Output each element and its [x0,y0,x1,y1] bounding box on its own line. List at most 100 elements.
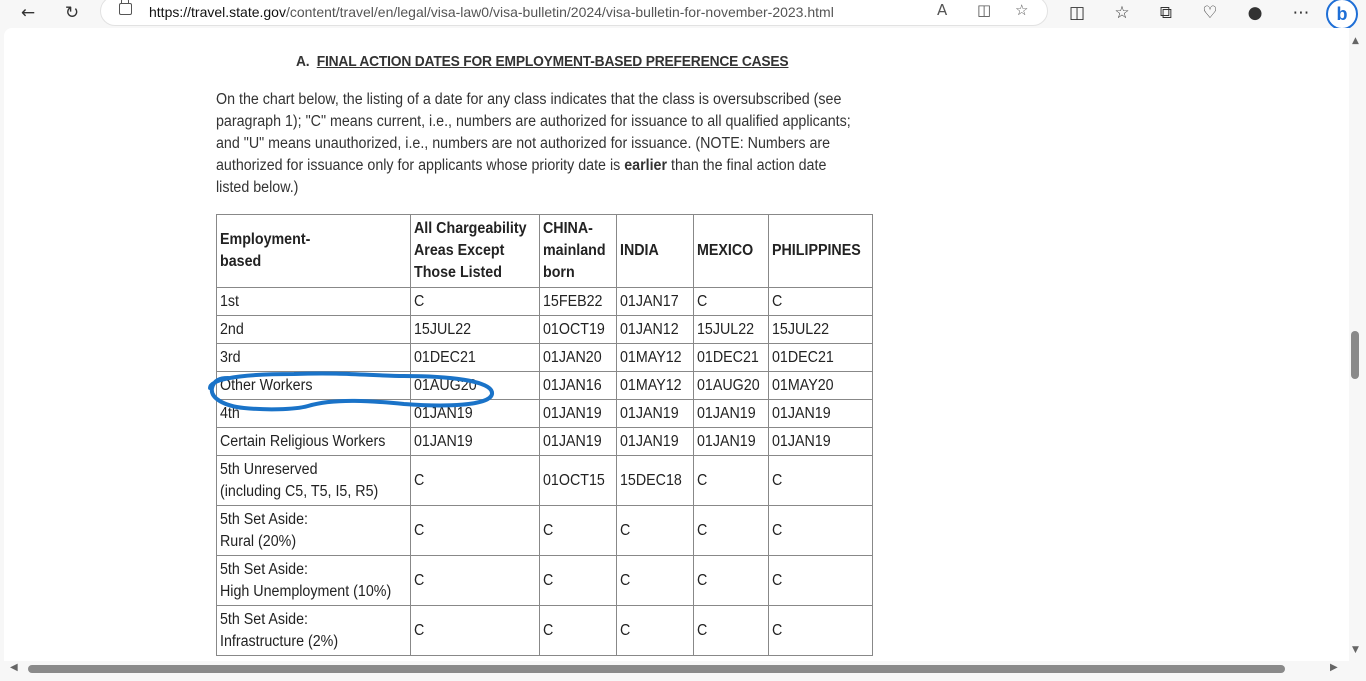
table-row: Certain Religious Workers 01JAN19 01JAN19 0… [216,427,873,456]
date-cell-c2: C [539,505,618,556]
date-cell-c5: C [768,287,873,316]
row-category-cell: Other Workers [216,371,411,400]
date-cell-c5: 01JAN19 [768,399,873,428]
date-cell-c5: C [768,455,873,506]
date-cell-c1: C [409,555,541,606]
favorite-star-icon[interactable]: ☆ [1015,1,1028,19]
row-category-cell: 5th Set Aside: Infrastructure (2%) [216,605,411,656]
date-cell-c1: 01JAN19 [409,399,541,428]
header-all-chargeability: All Chargeability Areas Except Those Liste… [409,214,541,288]
intro-paragraph: On the chart below, the listing of a dat… [216,91,851,196]
row-category-cell: 3rd [216,343,411,372]
date-cell-c2: 15FEB22 [539,287,618,316]
immersive-reader-icon[interactable]: ◫ [977,1,991,19]
table-row: 2nd 15JUL22 01OCT19 01JAN12 15JUL22 15JUL22 [216,315,873,344]
date-cell-c4: C [693,555,770,606]
bing-copilot-icon[interactable]: b [1326,0,1358,30]
refresh-icon[interactable]: ↻ [57,0,87,26]
vertical-scroll-thumb[interactable] [1351,331,1359,379]
date-cell-c5: 15JUL22 [768,315,873,344]
url-text[interactable]: https://travel.state.gov/content/travel/… [149,4,834,20]
split-screen-icon[interactable]: ◫ [1062,0,1092,26]
date-cell-c2: C [539,555,618,606]
header-india: INDIA [616,214,695,288]
table-header-row: Employment-based All Chargeability Areas … [216,214,873,288]
header-employment-based: Employment-based [216,214,411,288]
read-aloud-icon[interactable]: A [937,1,947,19]
table-row: 5th Unreserved (including C5, T5, I5, R5)… [216,455,873,506]
date-cell-c5: 01DEC21 [768,343,873,372]
date-cell-c2: 01JAN16 [539,371,618,400]
horizontal-scroll-thumb[interactable] [28,665,1285,673]
date-cell-c5: C [768,555,873,606]
row-category-cell: 4th [216,399,411,428]
lock-icon[interactable] [119,0,132,15]
date-cell-c3: 01JAN12 [616,315,695,344]
date-cell-c3: 01MAY12 [616,371,695,400]
date-cell-c3: 01JAN19 [616,427,695,456]
header-mexico: MEXICO [693,214,770,288]
date-cell-c2: 01JAN20 [539,343,618,372]
date-cell-c2: 01OCT19 [539,315,618,344]
scroll-left-arrow-icon[interactable]: ◀ [10,662,18,673]
date-cell-c4: 01JAN19 [693,427,770,456]
collections-icon[interactable]: ⧉ [1151,0,1181,26]
date-cell-c4: C [693,455,770,506]
date-cell-c1: 01JAN19 [409,427,541,456]
address-bar[interactable]: https://travel.state.gov/content/travel/… [100,0,1048,26]
date-cell-c1: 01DEC21 [409,343,541,372]
back-arrow-icon[interactable]: ← [13,0,43,26]
date-cell-c3: C [616,555,695,606]
heading-prefix: A. [296,53,310,70]
date-cell-c2: 01OCT15 [539,455,618,506]
date-cell-c4: C [693,605,770,656]
scroll-up-arrow-icon[interactable]: ▲ [1352,36,1359,46]
date-cell-c1: C [409,505,541,556]
date-cell-c4: 15JUL22 [693,315,770,344]
date-cell-c2: C [539,605,618,656]
date-cell-c5: 01MAY20 [768,371,873,400]
date-cell-c5: C [768,605,873,656]
date-cell-c4: 01AUG20 [693,371,770,400]
row-category-cell: 5th Set Aside: Rural (20%) [216,505,411,556]
page-content: A. FINAL ACTION DATES FOR EMPLOYMENT-BAS… [4,28,1349,661]
row-category-cell: 1st [216,287,411,316]
date-cell-c1: C [409,287,541,316]
date-cell-c4: 01DEC21 [693,343,770,372]
date-cell-c2: 01JAN19 [539,427,618,456]
date-cell-c1: 01AUG20 [409,371,541,400]
date-cell-c3: 15DEC18 [616,455,695,506]
emphasis-earlier: earlier [624,157,668,174]
more-menu-icon[interactable]: ⋯ [1286,0,1316,26]
browser-essentials-icon[interactable]: ♡ [1195,0,1225,26]
final-action-dates-table: Employment-based All Chargeability Areas … [216,214,873,656]
table-row: 5th Set Aside: Rural (20%) C C C C C [216,505,873,556]
header-philippines: PHILIPPINES [768,214,873,288]
row-category-cell: Certain Religious Workers [216,427,411,456]
date-cell-c3: 01JAN19 [616,399,695,428]
date-cell-c5: 01JAN19 [768,427,873,456]
date-cell-c3: C [616,605,695,656]
scroll-down-arrow-icon[interactable]: ▼ [1352,645,1359,655]
date-cell-c1: C [409,605,541,656]
date-cell-c4: 01JAN19 [693,399,770,428]
date-cell-c1: C [409,455,541,506]
date-cell-c1: 15JUL22 [409,315,541,344]
table-row: 5th Set Aside: Infrastructure (2%) C C C C C [216,605,873,656]
browser-toolbar: ← ↻ https://travel.state.gov/content/tra… [0,0,1366,30]
date-cell-c4: C [693,287,770,316]
table-row: Other Workers 01AUG20 01JAN16 01MAY12 01AUG2… [216,371,873,400]
header-china: CHINA-mainland born [539,214,618,288]
profile-icon[interactable]: ● [1240,0,1270,26]
date-cell-c3: 01JAN17 [616,287,695,316]
table-row: 5th Set Aside: High Unemployment (10%) C C C… [216,555,873,606]
row-category-cell: 5th Set Aside: High Unemployment (10%) [216,555,411,606]
date-cell-c3: 01MAY12 [616,343,695,372]
table-row: 4th 01JAN19 01JAN19 01JAN19 01JAN19 01JAN19 [216,399,873,428]
table-row: 1st C 15FEB22 01JAN17 C C [216,287,873,316]
scroll-right-arrow-icon[interactable]: ▶ [1330,662,1338,673]
favorites-icon[interactable]: ☆ [1107,0,1137,26]
table-row: 3rd 01DEC21 01JAN20 01MAY12 01DEC21 01DEC21 [216,343,873,372]
date-cell-c5: C [768,505,873,556]
row-category-cell: 2nd [216,315,411,344]
